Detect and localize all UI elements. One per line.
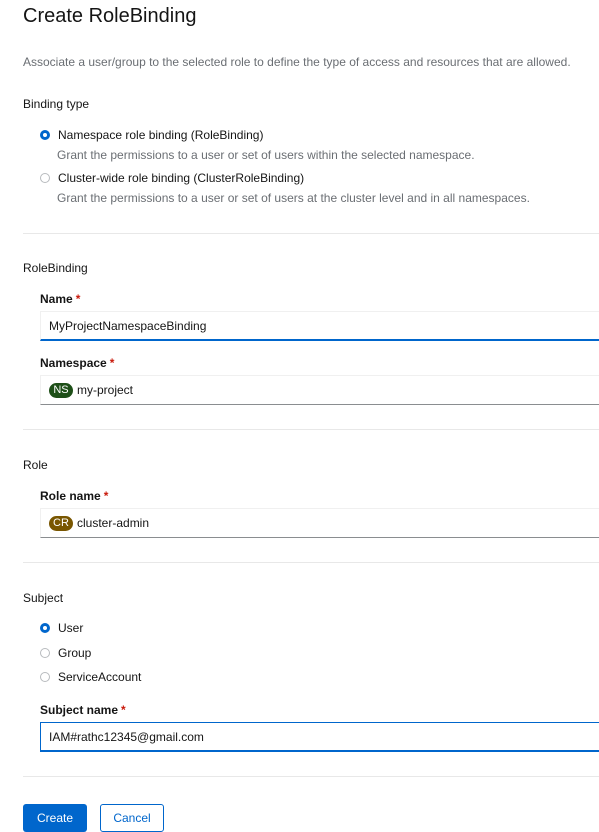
radio-unselected-icon[interactable] [40, 648, 50, 658]
section-divider [23, 776, 599, 777]
radio-label: Cluster-wide role binding (ClusterRoleBi… [58, 171, 305, 185]
radio-subject-user[interactable]: User [40, 620, 83, 636]
required-marker: * [75, 292, 81, 306]
radio-unselected-icon[interactable] [40, 173, 50, 183]
namespace-badge: NS [49, 382, 73, 398]
create-button[interactable]: Create [23, 804, 87, 832]
subject-name-value: IAM#rathc12345@gmail.com [49, 729, 204, 744]
required-marker: * [109, 356, 115, 370]
role-section-label: Role [23, 458, 48, 472]
radio-label: Namespace role binding (RoleBinding) [58, 128, 264, 142]
role-name-dropdown[interactable]: CR cluster-admin [40, 508, 599, 538]
cluster-role-badge: CR [49, 515, 73, 531]
namespace-label-text: Namespace [40, 356, 107, 370]
namespace-dropdown[interactable]: NS my-project [40, 375, 599, 405]
page-title: Create RoleBinding [23, 5, 197, 27]
required-marker: * [121, 703, 126, 717]
page-description: Associate a user/group to the selected r… [23, 55, 571, 69]
radio-label: ServiceAccount [58, 670, 142, 684]
radio-namespace-role-binding[interactable]: Namespace role binding (RoleBinding) [40, 127, 263, 143]
radio-cluster-role-binding[interactable]: Cluster-wide role binding (ClusterRoleBi… [40, 170, 304, 186]
subject-name-label-text: Subject name [40, 703, 119, 717]
radio-unselected-icon[interactable] [40, 672, 50, 682]
section-divider [23, 233, 599, 234]
name-input[interactable]: MyProjectNamespaceBinding [40, 311, 599, 341]
radio-selected-icon[interactable] [40, 623, 50, 633]
radio-selected-icon[interactable] [40, 130, 50, 140]
section-divider [23, 562, 599, 563]
name-label-text: Name [40, 292, 73, 306]
required-marker: * [103, 489, 109, 503]
role-name-field-label: Role name * [40, 488, 108, 504]
role-name-label-text: Role name [40, 489, 101, 503]
radio-description: Grant the permissions to a user or set o… [57, 148, 475, 162]
subject-name-field-label: Subject name * [40, 702, 126, 718]
role-name-value: cluster-admin [77, 516, 150, 530]
name-field-label: Name * [40, 291, 80, 307]
radio-subject-group[interactable]: Group [40, 645, 91, 661]
namespace-field-label: Namespace * [40, 355, 114, 371]
subject-name-input[interactable]: IAM#rathc12345@gmail.com [40, 722, 599, 752]
rolebinding-section-label: RoleBinding [23, 261, 88, 275]
section-divider [23, 429, 599, 430]
radio-subject-serviceaccount[interactable]: ServiceAccount [40, 669, 141, 685]
cancel-button[interactable]: Cancel [100, 804, 164, 832]
subject-section-label: Subject [23, 591, 64, 605]
name-input-value: MyProjectNamespaceBinding [49, 318, 207, 333]
radio-label: User [58, 621, 84, 635]
radio-description: Grant the permissions to a user or set o… [57, 191, 530, 205]
create-rolebinding-page: Create RoleBinding Associate a user/grou… [0, 0, 599, 832]
radio-label: Group [58, 646, 92, 660]
binding-type-label: Binding type [23, 97, 90, 111]
namespace-value: my-project [77, 383, 134, 397]
